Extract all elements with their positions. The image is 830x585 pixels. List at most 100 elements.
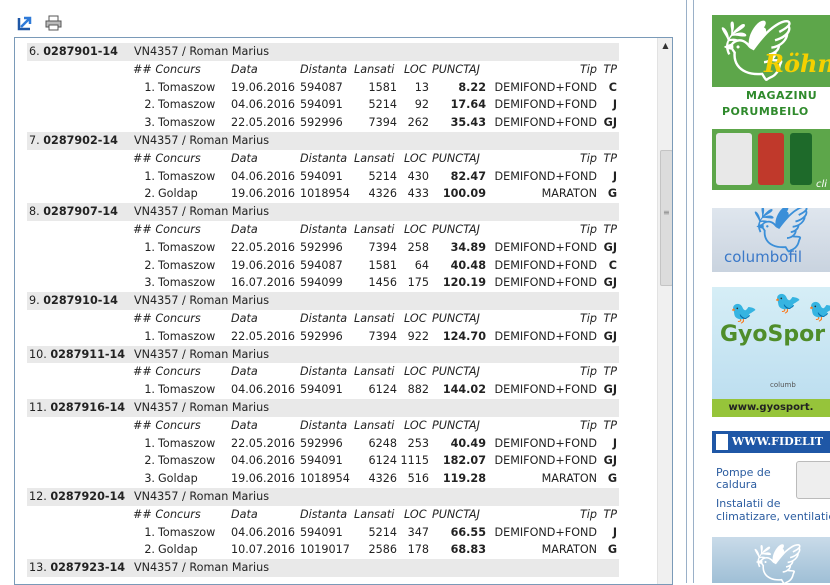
result-distanta: 592996 <box>300 329 343 343</box>
header-punctaj: PUNCTAJ <box>432 311 480 325</box>
pigeon-header-row[interactable]: 13. 0287923-14 VN4357 / Roman Marius <box>27 559 619 577</box>
pigeon-header-row[interactable]: 7. 0287902-14 VN4357 / Roman Marius <box>27 131 619 150</box>
header-concurs: Concurs <box>155 507 201 521</box>
ad-rohnfried[interactable]: 🕊 Röhnfr MAGAZINU PORUMBEILO cli <box>712 15 830 190</box>
result-concurs: Tomaszow <box>158 329 216 343</box>
pigeon-ring-number[interactable]: 0287901-14 <box>43 45 118 58</box>
result-loc: 1115 <box>400 454 429 468</box>
header-data: Data <box>231 365 258 379</box>
result-row[interactable]: 3. Goldap 19.06.2016 1018954 4326 516 119.28 MA… <box>27 470 619 488</box>
result-row[interactable]: 2. Tomaszow 04.06.2016 594091 5214 92 17.64 DEM… <box>27 96 619 114</box>
result-nr: 2. <box>144 454 155 468</box>
result-nr: 2. <box>144 187 155 201</box>
scrollbar-thumb[interactable]: ≡ <box>660 150 672 286</box>
result-concurs: Goldap <box>158 543 198 557</box>
result-punctaj: 82.47 <box>450 169 486 183</box>
result-row[interactable]: 1. Tomaszow 19.06.2016 594087 1581 13 8.22 DEMI… <box>27 79 619 97</box>
ad-suffix: cli <box>816 179 828 190</box>
result-lansati: 2586 <box>368 543 397 557</box>
ad-banner[interactable]: 🕊 <box>712 537 830 583</box>
ad-gyosport[interactable]: 🐦 🐦 🐦 GyoSpor columb www.gyosport. <box>712 287 830 417</box>
ad-columbofil[interactable]: 🕊 columbofil <box>712 208 830 272</box>
result-tp: GJ <box>603 383 617 397</box>
header-nr: ## Concurs <box>133 150 228 168</box>
header-tip: Tip <box>579 62 597 76</box>
pigeon-header-row[interactable]: 10. 0287911-14 VN4357 / Roman Marius <box>27 345 619 364</box>
pigeon-header-row[interactable]: 8. 0287907-14 VN4357 / Roman Marius <box>27 203 619 221</box>
result-punctaj: 144.02 <box>442 383 486 397</box>
result-nr: 3. <box>144 276 155 290</box>
pigeon-header-row[interactable]: 9. 0287910-14 VN4357 / Roman Marius <box>27 292 619 310</box>
result-data: 22.05.2016 <box>231 436 296 450</box>
export-arrow-icon[interactable] <box>17 15 35 31</box>
result-concurs: Tomaszow <box>158 240 216 254</box>
result-lansati: 5214 <box>368 98 397 112</box>
header-lansati: Lansati <box>354 365 395 379</box>
header-tp: TP <box>603 507 617 521</box>
result-nr: 1. <box>144 169 155 183</box>
header-nr: ## Concurs <box>133 61 228 79</box>
ad-fidelitas[interactable]: WWW.FIDELIT Pompe de caldura Instalatii … <box>712 431 830 523</box>
result-loc: 178 <box>407 543 429 557</box>
result-row[interactable]: 1. Tomaszow 04.06.2016 594091 5214 430 82.47 DE… <box>27 168 619 186</box>
result-punctaj: 66.55 <box>450 525 486 539</box>
result-loc: 92 <box>414 98 429 112</box>
result-concurs: Tomaszow <box>158 258 216 272</box>
pigeon-ring-number[interactable]: 0287907-14 <box>43 205 118 218</box>
printer-icon[interactable] <box>45 15 63 31</box>
result-row[interactable]: 3. Tomaszow 22.05.2016 592996 7394 262 35.43 DE… <box>27 114 619 132</box>
result-distanta: 594091 <box>300 98 343 112</box>
result-nr: 1. <box>144 383 155 397</box>
pigeon-ring-number[interactable]: 0287910-14 <box>43 294 118 307</box>
pigeon-owner: VN4357 / Roman Marius <box>134 347 270 361</box>
scrollbar[interactable]: ▲ ≡ <box>657 38 672 584</box>
header-concurs: Concurs <box>155 62 201 76</box>
header-punctaj: PUNCTAJ <box>432 365 480 379</box>
result-data: 19.06.2016 <box>231 258 296 272</box>
result-row[interactable]: 1. Tomaszow 04.06.2016 594091 5214 347 66.55 DE… <box>27 524 619 542</box>
pigeon-ring-number[interactable]: 0287902-14 <box>43 134 118 147</box>
result-row[interactable]: 2. Tomaszow 19.06.2016 594087 1581 64 40.48 DEM… <box>27 257 619 275</box>
result-row[interactable]: 2. Goldap 19.06.2016 1018954 4326 433 100.09 MA… <box>27 185 619 203</box>
ad-sub: columb <box>770 381 796 389</box>
pigeon-ring-number[interactable]: 0287916-14 <box>50 401 125 414</box>
result-data: 04.06.2016 <box>231 454 296 468</box>
result-row[interactable]: 2. Goldap 10.07.2016 1019017 2586 178 68.83 MAR… <box>27 541 619 559</box>
result-data: 04.06.2016 <box>231 98 296 112</box>
pigeon-header-row[interactable]: 6. 0287901-14 VN4357 / Roman Marius <box>27 43 619 61</box>
result-row[interactable]: 2. Tomaszow 04.06.2016 594091 6124 1115 182.07… <box>27 452 619 470</box>
header-concurs: Concurs <box>155 418 201 432</box>
result-row[interactable]: 3. Tomaszow 16.07.2016 594099 1456 175 120.19 D… <box>27 274 619 292</box>
result-row[interactable]: 1. Tomaszow 04.06.2016 594091 6124 882 144.02 D… <box>27 381 619 399</box>
result-distanta: 592996 <box>300 116 343 130</box>
scroll-up-arrow-icon[interactable]: ▲ <box>658 38 672 54</box>
header-nr: ## <box>133 311 152 325</box>
pigeon-ring-number[interactable]: 0287923-14 <box>50 561 125 574</box>
ad-line: MAGAZINU <box>746 89 818 102</box>
bird-icon: 🐦 <box>808 299 830 324</box>
pigeon-header-row[interactable]: 11. 0287916-14 VN4357 / Roman Marius <box>27 398 619 417</box>
pigeon-ring-number[interactable]: 0287920-14 <box>50 490 125 503</box>
result-punctaj: 120.19 <box>442 276 486 290</box>
pigeon-owner: VN4357 / Roman Marius <box>134 45 270 58</box>
result-row[interactable]: 1. Tomaszow 22.05.2016 592996 7394 922 124.70 D… <box>27 328 619 346</box>
result-nr: 2. <box>144 258 155 272</box>
pigeon-header-row[interactable]: 12. 0287920-14 VN4357 / Roman Marius <box>27 487 619 506</box>
result-lansati: 1581 <box>368 258 397 272</box>
result-distanta: 1019017 <box>300 543 350 557</box>
result-data: 19.06.2016 <box>231 80 296 94</box>
header-nr: ## <box>133 151 152 165</box>
pigeon-ring-number[interactable]: 0287911-14 <box>50 348 125 361</box>
pigeon-index: 7. <box>29 133 40 147</box>
pigeon-index: 11. <box>29 400 47 414</box>
result-tip: MARATON <box>541 187 597 201</box>
result-distanta: 594091 <box>300 525 343 539</box>
result-concurs: Goldap <box>158 472 198 486</box>
result-row[interactable]: 1. Tomaszow 22.05.2016 592996 6248 253 40.49 DE… <box>27 435 619 453</box>
result-lansati: 1456 <box>368 276 397 290</box>
results-panel: 6. 0287901-14 VN4357 / Roman Marius ## Con… <box>14 37 673 585</box>
result-row[interactable]: 1. Tomaszow 22.05.2016 592996 7394 258 34.89 DE… <box>27 239 619 257</box>
fidelitas-logo-icon <box>716 434 728 450</box>
header-lansati: Lansati <box>354 507 395 521</box>
result-data: 04.06.2016 <box>231 169 296 183</box>
